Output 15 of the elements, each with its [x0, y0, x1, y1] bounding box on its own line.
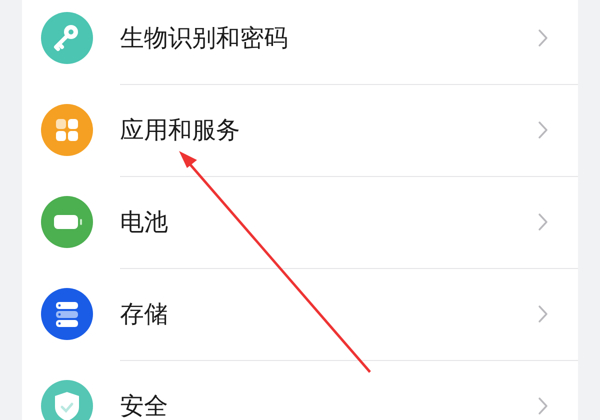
- item-label: 生物识别和密码: [120, 22, 288, 54]
- chevron-icon: [538, 212, 548, 230]
- item-label: 电池: [120, 206, 168, 238]
- settings-item[interactable]: 生物识别和密码: [22, 0, 578, 84]
- chevron-icon: [538, 397, 548, 415]
- chevron-icon: [538, 304, 548, 322]
- chevron-icon: [538, 28, 548, 46]
- settings-item[interactable]: 电池: [22, 176, 578, 268]
- settings-item[interactable]: 安全: [22, 360, 578, 420]
- chevron-icon: [538, 120, 548, 138]
- settings-item[interactable]: 应用和服务: [22, 84, 578, 176]
- settings-item[interactable]: 存储: [22, 268, 578, 360]
- item-label: 安全: [120, 391, 168, 420]
- item-label: 应用和服务: [120, 114, 240, 146]
- item-label: 存储: [120, 298, 168, 330]
